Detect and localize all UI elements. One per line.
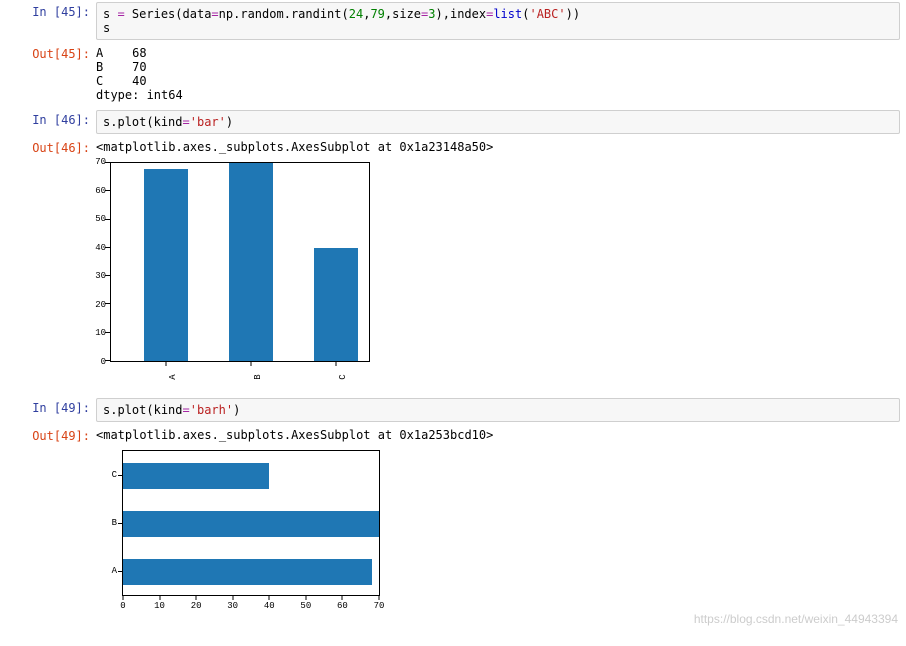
ytick-label: 30 <box>95 271 106 281</box>
code-cell-46: In [46]: s.plot(kind='bar') <box>0 108 906 136</box>
xtick-label: 20 <box>191 601 202 611</box>
output-cell-49: Out[49]: <matplotlib.axes._subplots.Axes… <box>0 424 906 622</box>
plot-area: A B C 0 10 20 <box>122 450 380 596</box>
output-prompt: Out[49]: <box>0 426 96 443</box>
plot-area: A B C <box>110 162 370 362</box>
input-prompt: In [49]: <box>0 398 96 415</box>
ytick-label: 20 <box>95 300 106 310</box>
bar-A <box>144 169 188 361</box>
code-cell-49: In [49]: s.plot(kind='barh') <box>0 396 906 424</box>
input-prompt: In [45]: <box>0 2 96 19</box>
xtick-label: 0 <box>120 601 125 611</box>
code-input[interactable]: s.plot(kind='barh') <box>96 398 900 422</box>
xtick-label: 70 <box>374 601 385 611</box>
code-input[interactable]: s = Series(data=np.random.randint(24,79,… <box>96 2 900 40</box>
xtick-label: 60 <box>337 601 348 611</box>
repr-output: <matplotlib.axes._subplots.AxesSubplot a… <box>96 426 900 446</box>
xtick-label: 30 <box>227 601 238 611</box>
ytick-label: C <box>112 470 117 480</box>
ytick-label: 10 <box>95 328 106 338</box>
input-prompt: In [46]: <box>0 110 96 127</box>
code-cell-45: In [45]: s = Series(data=np.random.randi… <box>0 0 906 42</box>
xtick-label: 40 <box>264 601 275 611</box>
output-cell-45: Out[45]: A 68 B 70 C 40 dtype: int64 <box>0 42 906 108</box>
bar-C <box>314 248 358 361</box>
xtick-label: B <box>253 374 263 379</box>
notebook-container: In [45]: s = Series(data=np.random.randi… <box>0 0 906 630</box>
bar-A <box>123 559 372 585</box>
barh-chart: A B C 0 10 20 <box>122 450 380 616</box>
bar-B <box>123 511 379 537</box>
xtick-label: C <box>338 374 348 379</box>
output-prompt: Out[46]: <box>0 138 96 155</box>
output-cell-46: Out[46]: <matplotlib.axes._subplots.Axes… <box>0 136 906 396</box>
ytick-label: B <box>112 518 117 528</box>
ytick-label: A <box>112 566 117 576</box>
bar-C <box>123 463 269 489</box>
bar-chart: 0 10 20 30 40 50 60 70 <box>110 162 370 388</box>
xtick-label: A <box>168 374 178 379</box>
output-prompt: Out[45]: <box>0 44 96 61</box>
xtick-label: 50 <box>300 601 311 611</box>
bar-B <box>229 163 273 361</box>
repr-output: <matplotlib.axes._subplots.AxesSubplot a… <box>96 138 900 158</box>
text-output: A 68 B 70 C 40 dtype: int64 <box>96 44 900 106</box>
ytick-label: 0 <box>101 357 106 367</box>
code-input[interactable]: s.plot(kind='bar') <box>96 110 900 134</box>
xtick-label: 10 <box>154 601 165 611</box>
